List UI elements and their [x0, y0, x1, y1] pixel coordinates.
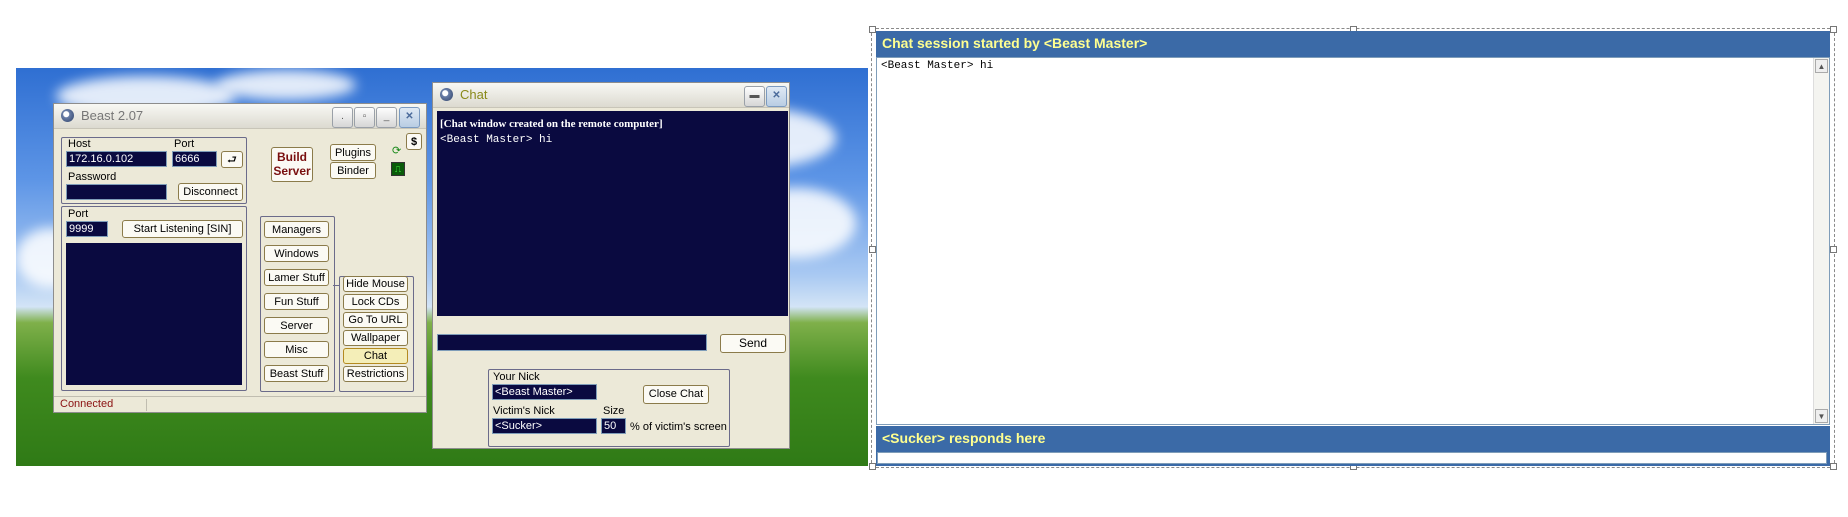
port-input[interactable]: 6666 [172, 151, 217, 167]
connect-arrow-icon: ⮐ [227, 154, 237, 166]
remote-chat-line: <Beast Master> hi [881, 60, 994, 72]
scrollbar[interactable]: ▲ ▼ [1813, 58, 1829, 424]
resize-handle[interactable] [1830, 463, 1837, 470]
status-text: Connected [60, 398, 114, 410]
host-label: Host [68, 138, 91, 150]
connect-button[interactable]: ⮐ [221, 151, 243, 168]
chat-log: [Chat window created on the remote compu… [437, 111, 788, 316]
responds-header: <Sucker> responds here [876, 426, 1830, 450]
fun-item-wallpaper[interactable]: Wallpaper [343, 330, 408, 346]
port-label: Port [174, 138, 195, 150]
resize-handle[interactable] [869, 26, 876, 33]
chat-minimize-icon[interactable]: ▬ [744, 86, 765, 107]
log-area [66, 243, 242, 385]
chat-line: <Beast Master> hi [440, 134, 553, 146]
resize-handle[interactable] [869, 246, 876, 253]
response-input[interactable] [877, 452, 1827, 464]
close-chat-button[interactable]: Close Chat [643, 385, 709, 404]
size-suffix: % of victim's screen [630, 421, 727, 433]
dollar-icon: $ [410, 136, 418, 148]
beast-window: Beast 2.07 . ▫ _ ✕ Host 172.16.0.102 Por… [53, 103, 427, 413]
your-nick-input[interactable]: <Beast Master> [492, 384, 597, 400]
menu-item-beast-stuff[interactable]: Beast Stuff [264, 365, 329, 382]
disconnect-button[interactable]: Disconnect [178, 183, 243, 201]
minimize-icon[interactable]: _ [376, 107, 397, 128]
plugins-button[interactable]: Plugins [330, 144, 376, 161]
size-label: Size [603, 405, 625, 417]
menu-item-windows[interactable]: Windows [264, 245, 329, 262]
extra-button[interactable]: . [332, 107, 353, 128]
host-input[interactable]: 172.16.0.102 [66, 151, 167, 167]
send-button[interactable]: Send [720, 334, 786, 353]
fun-item-chat[interactable]: Chat [343, 348, 408, 364]
binder-chart-icon: ⎍ [391, 162, 405, 176]
scroll-down-arrow-icon[interactable]: ▼ [1815, 409, 1828, 423]
status-bar: Connected [54, 396, 426, 412]
binder-button[interactable]: Binder [330, 162, 376, 179]
chat-window: Chat ▬ ✕ [Chat window created on the rem… [432, 82, 790, 449]
menu-item-misc[interactable]: Misc [264, 341, 329, 358]
fun-item-hide-mouse[interactable]: Hide Mouse [343, 276, 408, 292]
chat-line-system: [Chat window created on the remote compu… [440, 118, 663, 130]
chat-title: Chat [460, 87, 488, 102]
beast-title: Beast 2.07 [81, 108, 144, 123]
chat-app-icon [440, 88, 453, 101]
menu-item-lamer-stuff[interactable]: Lamer Stuff [264, 269, 329, 286]
size-input[interactable]: 50 [601, 418, 626, 434]
scroll-up-arrow-icon[interactable]: ▲ [1815, 59, 1828, 73]
your-nick-label: Your Nick [493, 371, 540, 383]
menu-item-server[interactable]: Server [264, 317, 329, 334]
password-label: Password [68, 171, 117, 183]
dollar-button[interactable]: $ [406, 133, 422, 150]
fun-item-lock-cds[interactable]: Lock CDs [343, 294, 408, 310]
victim-nick-input[interactable]: <Sucker> [492, 418, 597, 434]
remote-chat-panel: Chat session started by <Beast Master> <… [869, 26, 1837, 470]
listen-port-label: Port [68, 208, 89, 220]
resize-handle[interactable] [1830, 246, 1837, 253]
remote-chat-log: <Beast Master> hi ▲ ▼ [876, 57, 1830, 425]
close-icon[interactable]: ✕ [399, 107, 420, 128]
chat-session-header: Chat session started by <Beast Master> [876, 31, 1830, 57]
message-input[interactable] [437, 334, 707, 351]
restore-icon[interactable]: ▫ [354, 107, 375, 128]
victim-nick-label: Victim's Nick [493, 405, 555, 417]
fun-item-restrictions[interactable]: Restrictions [343, 366, 408, 382]
fun-connector-line [333, 285, 339, 286]
listen-port-input[interactable]: 9999 [66, 221, 108, 237]
password-input[interactable] [66, 184, 167, 200]
beast-titlebar[interactable]: Beast 2.07 . ▫ _ ✕ [54, 104, 426, 129]
start-listening-button[interactable]: Start Listening [SIN] [122, 220, 243, 238]
status-divider [146, 399, 147, 411]
plugin-arrows-icon: ⟳ [392, 145, 402, 157]
response-area [876, 450, 1830, 466]
resize-handle[interactable] [869, 463, 876, 470]
fun-item-go-to-url[interactable]: Go To URL [343, 312, 408, 328]
build-server-button[interactable]: Build Server [271, 147, 313, 182]
beast-app-icon [61, 109, 74, 122]
resize-handle[interactable] [1830, 26, 1837, 33]
menu-item-fun-stuff[interactable]: Fun Stuff [264, 293, 329, 310]
chat-titlebar[interactable]: Chat ▬ ✕ [433, 83, 789, 108]
menu-item-managers[interactable]: Managers [264, 221, 329, 238]
chat-close-icon[interactable]: ✕ [766, 86, 787, 107]
